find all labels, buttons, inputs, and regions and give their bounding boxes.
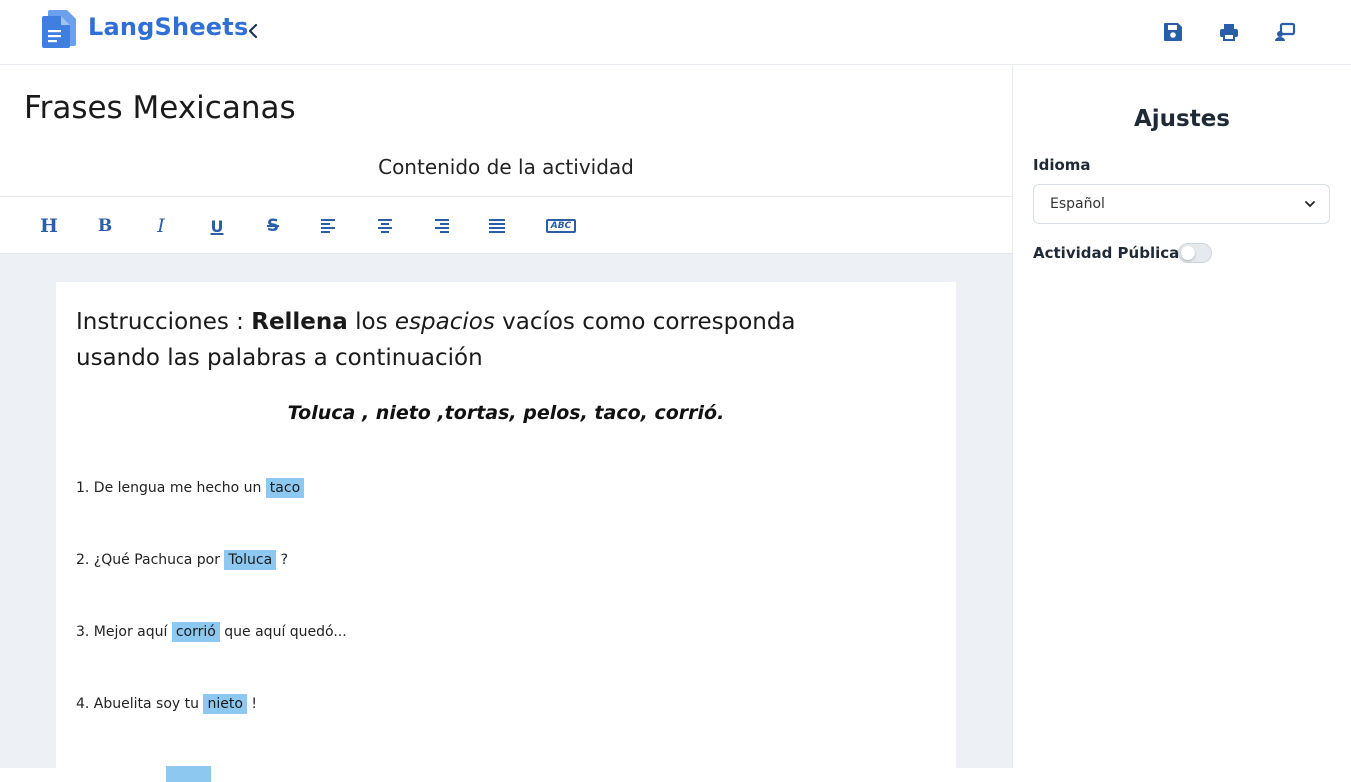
list-item: 3. Mejor aquí corrió que aquí quedó... <box>76 622 347 642</box>
blank-answer[interactable]: nieto <box>203 694 247 714</box>
align-justify-button[interactable] <box>482 211 512 241</box>
italic-button[interactable]: I <box>146 211 176 241</box>
content-heading: Contenido de la actividad <box>378 155 634 179</box>
settings-title: Ajustes <box>1133 106 1231 132</box>
sentence-text: 2. ¿Qué Pachuca por <box>76 552 225 568</box>
blank-answer[interactable]: corrió <box>171 622 220 642</box>
align-center-button[interactable] <box>370 211 400 241</box>
blank-answer[interactable]: taco <box>265 478 305 498</box>
bold-icon: B <box>97 216 113 236</box>
fill-blank-button[interactable]: ABC <box>540 211 582 241</box>
align-left-button[interactable] <box>314 211 344 241</box>
worksheet-page[interactable]: Instrucciones : Rellena los espacios vac… <box>56 282 956 782</box>
page-title[interactable]: Frases Mexicanas <box>24 90 296 126</box>
chevron-down-icon <box>1305 201 1315 207</box>
instructions-text: Instrucciones : Rellena los espacios vac… <box>76 304 876 376</box>
word-bank: Toluca , nieto ,tortas, pelos, taco, cor… <box>287 402 725 424</box>
fill-blank-icon: ABC <box>545 219 577 233</box>
language-label: Idioma <box>1033 156 1091 174</box>
blank-answer[interactable]: Toluca <box>224 550 277 570</box>
italic-icon: I <box>157 215 165 237</box>
chevron-left-icon[interactable] <box>242 20 264 42</box>
heading-icon: H <box>40 215 58 237</box>
sentence-text: ? <box>276 552 289 568</box>
underline-icon: U <box>210 216 224 236</box>
align-left-icon <box>321 219 335 233</box>
sentence-text: que aquí quedó... <box>219 624 347 640</box>
print-icon[interactable] <box>1217 20 1241 44</box>
sentence-text: 4. Abuelita soy tu <box>76 696 204 712</box>
public-activity-label: Actividad Pública <box>1033 244 1180 262</box>
align-center-icon <box>378 219 392 233</box>
toggle-knob <box>1181 246 1195 260</box>
instructions-prefix: Instrucciones : <box>76 309 252 335</box>
strikethrough-icon: S <box>266 216 280 236</box>
align-justify-icon <box>489 219 505 233</box>
language-value: Español <box>1050 196 1105 212</box>
editor-panel: Frases Mexicanas Contenido de la activid… <box>0 66 1012 782</box>
instructions-italic: espacios <box>394 309 495 335</box>
language-select[interactable]: Español <box>1033 184 1330 224</box>
public-activity-toggle[interactable] <box>1178 243 1212 263</box>
instructions-bold: Rellena <box>251 309 348 335</box>
sentence-text: ! <box>246 696 257 712</box>
settings-panel: Ajustes Idioma Español Actividad Pública <box>1012 66 1350 768</box>
list-item: 1. De lengua me hecho un taco <box>76 478 305 498</box>
blank-answer-partial[interactable] <box>166 766 211 782</box>
align-right-icon <box>435 219 449 233</box>
share-icon[interactable] <box>1273 20 1297 44</box>
app-brand[interactable]: LangSheets <box>88 13 248 41</box>
list-item: 2. ¿Qué Pachuca por Toluca ? <box>76 550 289 570</box>
formatting-toolbar: H B I U S ABC <box>0 196 1012 254</box>
bold-button[interactable]: B <box>90 211 120 241</box>
heading-button[interactable]: H <box>34 211 64 241</box>
list-item: 4. Abuelita soy tu nieto ! <box>76 694 257 714</box>
instructions-mid: los <box>347 309 395 335</box>
top-bar: LangSheets <box>0 0 1351 65</box>
strikethrough-button[interactable]: S <box>258 211 288 241</box>
save-icon[interactable] <box>1161 20 1185 44</box>
align-right-button[interactable] <box>426 211 456 241</box>
sentence-text: 1. De lengua me hecho un <box>76 480 266 496</box>
sentence-text: 3. Mejor aquí <box>76 624 172 640</box>
underline-button[interactable]: U <box>202 211 232 241</box>
document-icon[interactable] <box>40 8 78 48</box>
editor-canvas: Instrucciones : Rellena los espacios vac… <box>0 254 1012 782</box>
